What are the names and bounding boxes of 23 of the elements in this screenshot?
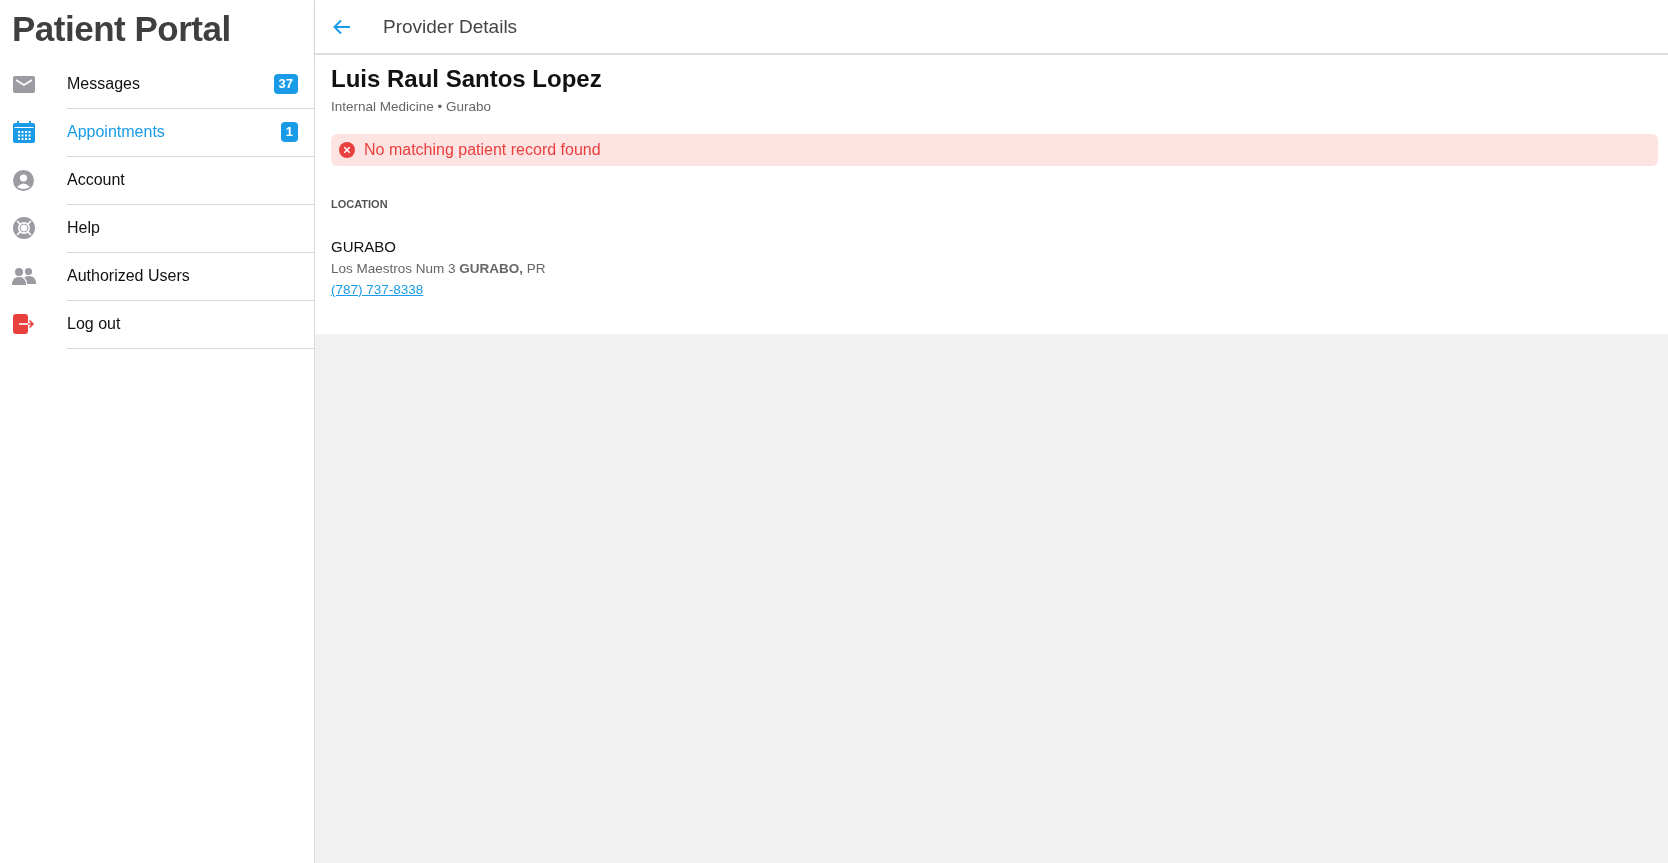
count-badge: 37 [273,73,298,94]
provider-specialty: Internal Medicine • Gurabo [331,99,493,114]
location-name: GURABO [331,238,397,255]
provider-name: Luis Raul Santos Lopez [331,65,603,93]
sidebar-item[interactable]: Account [0,156,314,204]
sidebar-item[interactable]: Authorized Users [0,252,314,300]
calendar-icon [12,121,35,143]
sidebar-item[interactable]: Log out [0,300,314,348]
back-arrow-icon[interactable] [333,18,351,35]
count-badge: 1 [280,121,298,142]
lifebuoy-icon [12,217,35,239]
sidebar-item[interactable]: Help [0,204,314,252]
app-title: Patient Portal [12,8,232,50]
sidebar-item[interactable]: Messages 37 [0,60,314,108]
page-title: Provider Details [383,15,518,38]
location-address: Los Maestros Num 3 GURABO, PR [331,261,547,276]
error-icon [339,142,355,158]
mail-icon [12,75,35,93]
logout-icon [12,314,35,334]
user-icon [13,169,34,191]
users-icon [11,267,36,285]
section-heading: LOCATION [331,198,389,210]
error-message: No matching patient record found [364,141,601,159]
